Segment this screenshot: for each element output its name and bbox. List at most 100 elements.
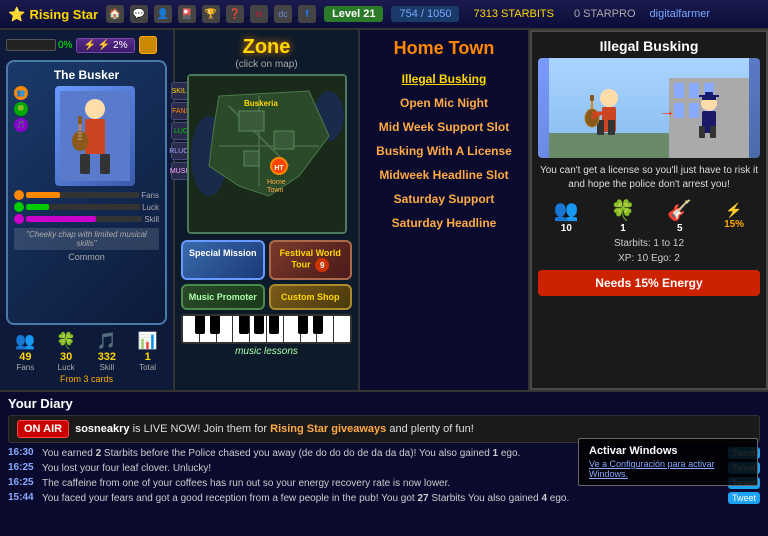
- busking-xp: XP: 10 Ego: 2: [538, 253, 760, 264]
- skill-button[interactable]: ⚡ ⚡ 2%: [76, 38, 134, 53]
- yellow-button[interactable]: [139, 36, 157, 54]
- busking-fans-icon: 👥: [554, 198, 579, 223]
- hometown-item-open-mic[interactable]: Open Mic Night: [368, 91, 520, 115]
- black-key-5[interactable]: [269, 316, 279, 334]
- fans-value: 49: [19, 351, 31, 363]
- busking-energy-icon: ⚡: [724, 202, 744, 219]
- windows-activation-subtitle: Ve a Configuración para activar Windows.: [589, 459, 747, 479]
- player-stats-row: 👥 49 Fans 🍀 30 Luck 🎵 332 Skill 📊 1: [6, 331, 167, 372]
- black-key-2[interactable]: [210, 316, 220, 334]
- luck-dot: [14, 202, 24, 212]
- hometown-item-saturday-headline[interactable]: Saturday Headline: [368, 211, 520, 235]
- dice-icon[interactable]: 🎴: [178, 5, 196, 23]
- energy-percent: 0%: [58, 40, 72, 51]
- black-key-7[interactable]: [313, 316, 323, 334]
- energy-needed-button[interactable]: Needs 15% Energy: [538, 270, 760, 296]
- piano-keys[interactable]: [181, 314, 352, 344]
- windows-activation-title: Activar Windows: [589, 445, 747, 457]
- luck-bar: [26, 204, 140, 210]
- facebook-icon[interactable]: f: [298, 5, 316, 23]
- skill-stat-label: Skill: [144, 215, 159, 224]
- energy-bar: [6, 39, 56, 51]
- skill-icon: 🎵: [97, 331, 117, 351]
- busking-title: Illegal Busking: [538, 38, 760, 54]
- busking-luck-value: 1: [611, 223, 636, 234]
- busking-energy-value: 15%: [724, 219, 744, 230]
- svg-text:→: →: [659, 103, 675, 120]
- zone-buttons: Special Mission Festival World Tour 9 Mu…: [181, 240, 352, 310]
- luck-mini-icon: 🍀: [14, 102, 28, 116]
- zone-subtitle: (click on map): [235, 59, 297, 70]
- windows-settings-link[interactable]: Ve a Configuración para activar Windows.: [589, 459, 715, 479]
- luck-icon: 🍀: [56, 331, 76, 351]
- fans-stat-label: Fans: [141, 191, 159, 200]
- busking-fans-value: 10: [554, 223, 579, 234]
- music-promoter-btn[interactable]: Music Promoter: [181, 284, 265, 310]
- busking-skill-icon: 🎸: [667, 198, 692, 223]
- luck-value: 30: [60, 351, 72, 363]
- skill-dot: [14, 214, 24, 224]
- skill-stat: 🎵 332 Skill: [88, 331, 127, 372]
- total-value: 1: [145, 351, 151, 363]
- luck-stat-label: Luck: [142, 203, 159, 212]
- card-image: [55, 86, 135, 186]
- home-icon[interactable]: 🏠: [106, 5, 124, 23]
- starbits-display: 7313 STARBITS: [467, 8, 560, 20]
- busking-skill-stat: 🎸 5: [667, 198, 692, 234]
- diary-entry-1544: 15:44 You faced your fears and got a goo…: [8, 492, 760, 505]
- festival-world-tour-btn[interactable]: Festival World Tour 9: [269, 240, 353, 280]
- hometown-item-illegal-busking[interactable]: Illegal Busking: [368, 67, 520, 91]
- total-icon: 📊: [138, 331, 158, 351]
- help-icon[interactable]: ❓: [226, 5, 244, 23]
- zone-map[interactable]: HT Buskeria Home Town: [187, 74, 347, 234]
- white-key-10[interactable]: [334, 316, 350, 342]
- hometown-item-saturday-support[interactable]: Saturday Support: [368, 187, 520, 211]
- busking-energy-stat: ⚡ 15%: [724, 202, 744, 230]
- music-lessons-label[interactable]: music lessons: [235, 346, 298, 357]
- card-rarity: Common: [14, 252, 159, 262]
- hometown-panel: Home Town Illegal Busking Open Mic Night…: [360, 30, 530, 390]
- luck-stat: 🍀 30 Luck: [47, 331, 86, 372]
- black-key-6[interactable]: [298, 316, 308, 334]
- total-label: Total: [139, 363, 156, 372]
- card-quote: "Cheeky chap with limited musical skills…: [14, 228, 159, 250]
- zone-panel: Zone (click on map): [175, 30, 360, 390]
- hometown-item-midweek-support[interactable]: Mid Week Support Slot: [368, 115, 520, 139]
- discord-icon[interactable]: dc: [274, 5, 292, 23]
- top-bar: ⭐ Rising Star 🏠 💬 👤 🎴 🏆 ❓ H dc f Level 2…: [0, 0, 768, 30]
- xp-display: 754 / 1050: [391, 6, 459, 22]
- busking-luck-stat: 🍀 1: [611, 198, 636, 234]
- main-content: 0% ⚡ ⚡ 2% The Busker 👥: [0, 30, 768, 390]
- player-card: The Busker 👥 🍀 🎵: [6, 60, 167, 325]
- game-logo[interactable]: ⭐ Rising Star: [8, 6, 98, 23]
- busking-image: →: [538, 58, 760, 158]
- skill-label: Skill: [100, 363, 115, 372]
- game-icon[interactable]: 👤: [154, 5, 172, 23]
- luck-label: Luck: [58, 363, 75, 372]
- busking-skill-value: 5: [667, 223, 692, 234]
- hometown-item-busking-license[interactable]: Busking With A License: [368, 139, 520, 163]
- tweet-button-4[interactable]: Tweet: [728, 492, 760, 504]
- hometown-item-midweek-headline[interactable]: Midweek Headline Slot: [368, 163, 520, 187]
- busking-description: You can't get a license so you'll just h…: [538, 164, 760, 192]
- nav-icons: 🏠 💬 👤 🎴 🏆 ❓ H dc f: [106, 5, 316, 23]
- skill-mini-icon: 🎵: [14, 118, 28, 132]
- fans-stat: 👥 49 Fans: [6, 331, 45, 372]
- username-display: digitalfarmer: [650, 8, 711, 20]
- energy-row: 0% ⚡ ⚡ 2%: [6, 36, 167, 54]
- busking-luck-icon: 🍀: [611, 198, 636, 223]
- chat-icon[interactable]: 💬: [130, 5, 148, 23]
- fans-mini-icon: 👥: [14, 86, 28, 100]
- custom-shop-btn[interactable]: Custom Shop: [269, 284, 353, 310]
- level-badge: Level 21: [324, 6, 383, 22]
- trophy-icon[interactable]: 🏆: [202, 5, 220, 23]
- black-key-1[interactable]: [195, 316, 205, 334]
- windows-activation-overlay: Activar Windows Ve a Configuración para …: [578, 438, 758, 486]
- fans-bar: [26, 192, 139, 198]
- svg-text:Town: Town: [267, 187, 283, 194]
- black-key-3[interactable]: [239, 316, 249, 334]
- festival-badge: 9: [315, 258, 329, 272]
- black-key-4[interactable]: [254, 316, 264, 334]
- special-mission-btn[interactable]: Special Mission: [181, 240, 265, 280]
- hive-icon[interactable]: H: [250, 5, 268, 23]
